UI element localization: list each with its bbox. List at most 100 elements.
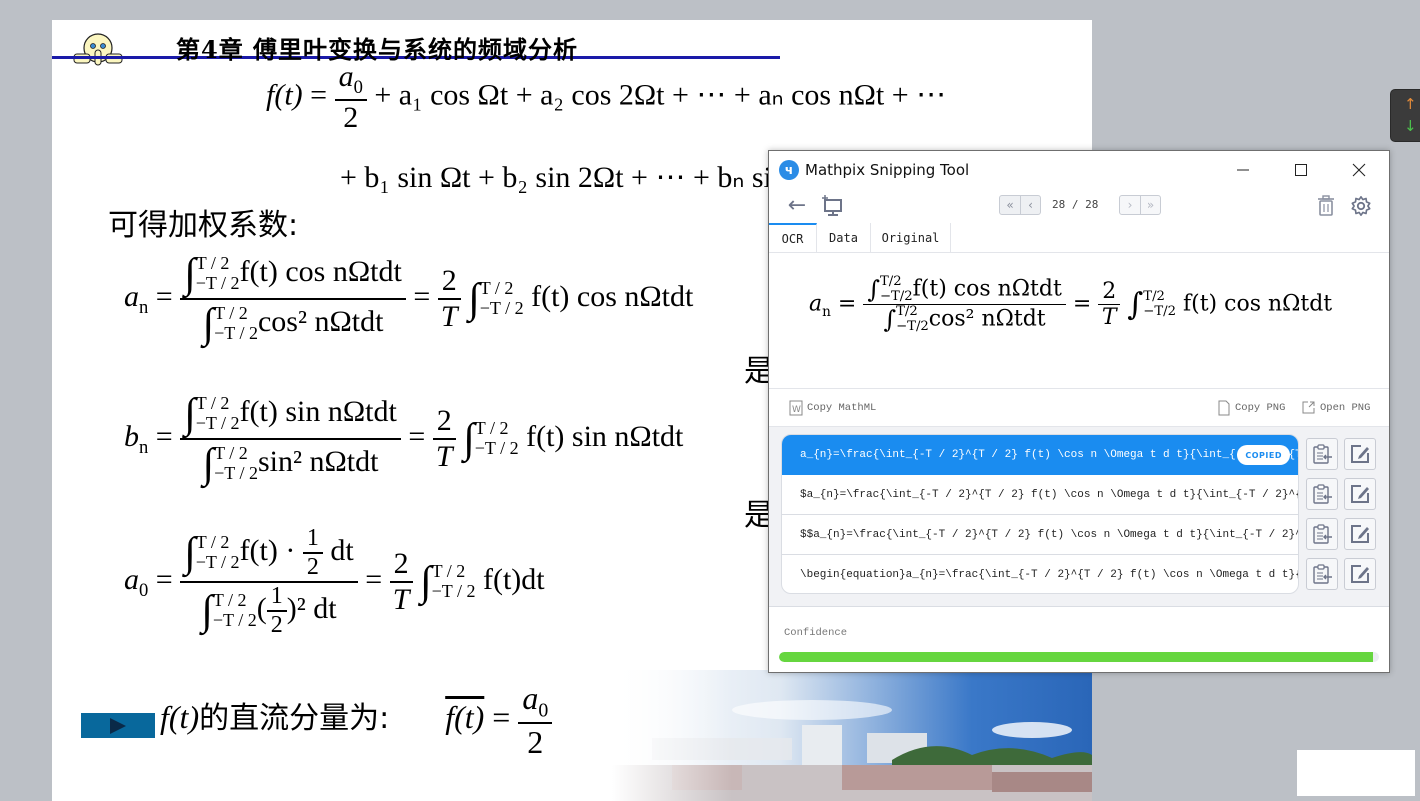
rendered-equals: = — [837, 291, 864, 317]
rendered-rhs: f(t) cos nΩtdt — [1182, 291, 1333, 317]
bn-var: b — [124, 419, 139, 453]
an-sub: n — [139, 296, 149, 318]
an-fraction: ∫ T / 2 −T / 2 f(t) cos nΩtdt ∫ T / 2 −T / 2c… — [180, 250, 406, 348]
copy-file-icon — [1218, 400, 1230, 416]
word-doc-icon: W — [789, 400, 803, 416]
edit-result-button[interactable] — [1344, 558, 1376, 590]
an-var: a — [124, 279, 139, 313]
minimize-button[interactable] — [1221, 155, 1265, 185]
title-bar[interactable]: ч Mathpix Snipping Tool — [769, 151, 1389, 189]
an-coef: 2T — [437, 264, 461, 334]
page-counter: 28 / 28 — [1052, 198, 1099, 211]
copy-mathml-button[interactable]: W Copy MathML — [789, 400, 876, 416]
prev-page-button[interactable]: ‹ — [1020, 196, 1040, 214]
copied-badge: COPIED — [1237, 445, 1290, 465]
next-nav-group: › » — [1119, 195, 1161, 215]
int-lower: −T / 2 — [195, 413, 240, 433]
arrow-down-icon[interactable]: ↓ — [1404, 117, 1417, 135]
bn-sub: n — [139, 436, 149, 458]
int-lower: −T / 2 — [212, 610, 257, 630]
edit-result-button[interactable] — [1344, 438, 1376, 470]
coef-den: T — [440, 300, 458, 333]
rendered-coef-den: T — [1101, 305, 1117, 331]
bn-denominator: sin² nΩtdt — [257, 444, 379, 478]
rendered-equation: an = ∫ T/2 −T/2 f(t) cos nΩtdt ∫ T/2 −T/2 cos²… — [769, 253, 1389, 389]
fourier-series-line-1: f(t) = a0 2 + a₁ cos Ωt + a₂ cos 2Ωt + ⋯… — [266, 60, 946, 135]
rendered-lhs-sub: n — [822, 303, 831, 320]
rendered-formula: an = ∫ T/2 −T/2 f(t) cos nΩtdt ∫ T/2 −T/2 cos²… — [809, 274, 1333, 334]
int-lower: −T / 2 — [214, 463, 258, 483]
first-page-button[interactable]: « — [1000, 196, 1020, 214]
bn-equals: = — [155, 419, 181, 453]
open-png-button[interactable]: Open PNG — [1301, 400, 1370, 415]
a0-fraction: ∫ T / 2 −T / 2 f(t) · 12 dt ∫ T / 2 −T / 2(1 2… — [180, 525, 358, 639]
rendered-upper: T/2 — [896, 304, 918, 320]
last-page-button[interactable]: » — [1140, 196, 1160, 214]
rendered-numerator: f(t) cos nΩtdt — [912, 276, 1062, 302]
result-text: a_{n}=\frac{\int_{-T / 2}^{T / 2} f(t) \… — [800, 449, 1298, 461]
a0-coef: 2T — [389, 547, 413, 617]
dc-lhs-overline: f(t) — [445, 699, 485, 736]
copy-result-button[interactable] — [1306, 478, 1338, 510]
bn-formula: bn = ∫ T / 2 −T / 2 f(t) sin nΩtdt ∫ T / 2 −T… — [124, 391, 684, 487]
an-formula: an = ∫ T / 2 −T / 2 f(t) cos nΩtdt ∫ T / 2 −T… — [124, 250, 694, 348]
result-text: $a_{n}=\frac{\int_{-T / 2}^{T / 2} f(t) … — [800, 488, 1298, 501]
play-icon — [110, 717, 126, 734]
an-equals: = — [155, 279, 181, 313]
coef-num: 2 — [389, 547, 413, 583]
rendered-coef-num: 2 — [1098, 279, 1121, 306]
eq1-a0-var: a — [338, 60, 354, 93]
dc-sub: 0 — [538, 699, 549, 722]
floating-scroll-widget[interactable]: ↑ ↓ — [1390, 89, 1420, 142]
bn-rhs: f(t) sin nΩtdt — [526, 419, 684, 453]
mathpix-window: ч Mathpix Snipping Tool ← « ‹ 28 / 28 › … — [768, 150, 1390, 673]
next-page-button[interactable]: › — [1120, 196, 1140, 214]
confidence-bar-track — [779, 652, 1379, 662]
edit-icon — [1351, 565, 1369, 583]
eq1-a0-den: 2 — [343, 101, 359, 134]
rendered-coef: 2T — [1098, 279, 1121, 331]
rendered-fraction: ∫ T/2 −T/2 f(t) cos nΩtdt ∫ T/2 −T/2 cos² nΩtd… — [863, 274, 1066, 334]
edit-icon — [1351, 485, 1369, 503]
trash-icon[interactable] — [1315, 193, 1337, 219]
minimize-icon — [1237, 169, 1249, 171]
maximize-button[interactable] — [1279, 155, 1323, 185]
int-lower: −T / 2 — [195, 552, 240, 572]
dc-component-line: f(t)的直流分量为: f(t) = a0 2 — [160, 680, 553, 761]
copy-png-button[interactable]: Copy PNG — [1217, 400, 1285, 416]
a0-num-post: dt — [322, 533, 354, 567]
eq1-a0-sub: 0 — [353, 77, 363, 98]
edit-result-button[interactable] — [1344, 478, 1376, 510]
a0-var: a — [124, 562, 139, 596]
maximize-icon — [1295, 164, 1307, 176]
a0-den-pre: ( — [256, 591, 267, 625]
copy-result-button[interactable] — [1306, 438, 1338, 470]
copy-result-button[interactable] — [1306, 558, 1338, 590]
a0-equals: = — [155, 562, 181, 596]
eq1-rest: + a₁ cos Ωt + a₂ cos 2Ωt + ⋯ + aₙ cos nΩ… — [374, 78, 947, 112]
an-denominator: cos² nΩtdt — [257, 304, 384, 338]
edit-result-button[interactable] — [1344, 518, 1376, 550]
tab-ocr[interactable]: OCR — [769, 223, 817, 253]
int-upper: T / 2 — [214, 303, 248, 324]
back-arrow-icon[interactable]: ← — [785, 192, 809, 218]
close-button[interactable] — [1337, 155, 1381, 185]
gear-icon[interactable] — [1349, 193, 1373, 219]
tab-original[interactable]: Original — [871, 223, 951, 253]
tab-data[interactable]: Data — [817, 223, 871, 253]
rendered-lower: −T/2 — [879, 288, 913, 304]
dc-equals: = — [492, 699, 511, 736]
result-row[interactable]: $$a_{n}=\frac{\int_{-T / 2}^{T / 2} f(t)… — [782, 515, 1298, 555]
new-snip-icon[interactable] — [819, 193, 845, 219]
tab-bar: OCR Data Original — [769, 223, 1389, 253]
an-equals-2: = — [413, 279, 438, 313]
result-row[interactable]: $a_{n}=\frac{\int_{-T / 2}^{T / 2} f(t) … — [782, 475, 1298, 515]
slide-play-button[interactable] — [81, 713, 155, 738]
arrow-up-icon[interactable]: ↑ — [1404, 95, 1417, 113]
int-upper: T / 2 — [195, 532, 230, 553]
copy-result-button[interactable] — [1306, 518, 1338, 550]
result-row[interactable]: a_{n}=\frac{\int_{-T / 2}^{T / 2} f(t) \… — [782, 435, 1298, 475]
coef-den: T — [392, 583, 410, 616]
result-row[interactable]: \begin{equation}a_{n}=\frac{\int_{-T / 2… — [782, 555, 1298, 593]
mascot-icon — [73, 33, 123, 66]
